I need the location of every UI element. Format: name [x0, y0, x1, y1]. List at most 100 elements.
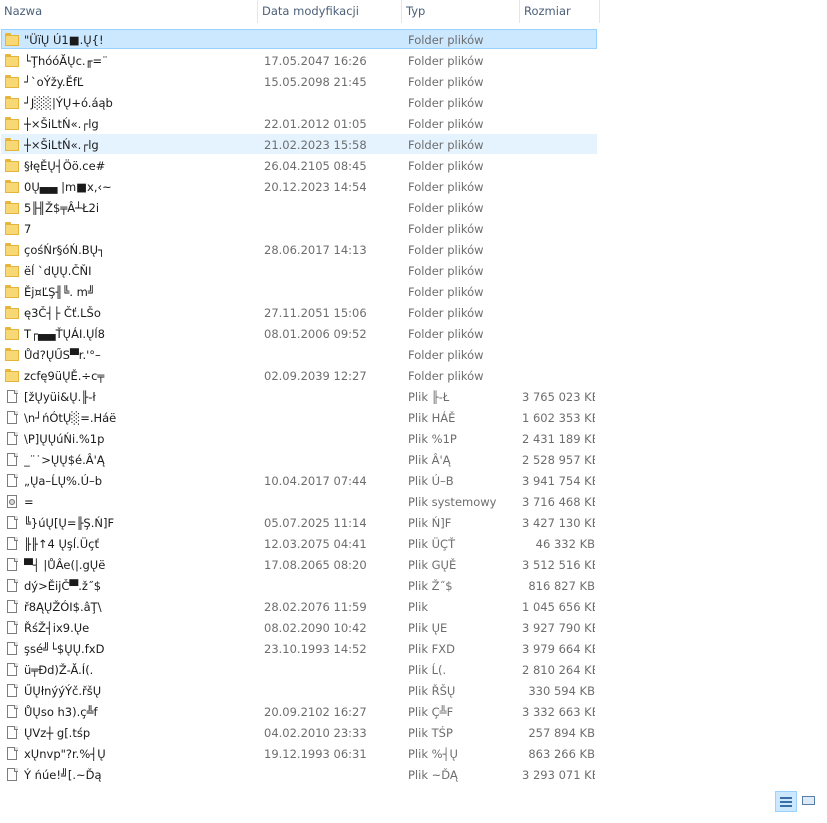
item-name: zcfę9üŲĚ.÷c╤ [24, 369, 105, 383]
file-row[interactable]: ▀┤ |ŮÂe(|.gŲë 17.08.2065 08:20 Plik GŲĚ 3 5… [1, 554, 597, 574]
folder-row[interactable]: Ůd?ŲŰS▀r.'°– Folder plików [1, 344, 597, 364]
file-row[interactable]: xŲnvp"?r.%┤Ų 19.12.1993 06:31 Plik %┤Ų 863 … [1, 743, 597, 763]
item-size [522, 51, 595, 71]
system-file-icon [5, 495, 19, 508]
column-header-name[interactable]: Nazwa [0, 0, 258, 23]
item-type: Folder plików [408, 369, 484, 383]
item-name: \n┘ńÓtŲ░=.Háë [24, 411, 117, 425]
item-type: Folder plików [408, 138, 484, 152]
folder-icon [5, 159, 19, 172]
folder-row[interactable]: ëĺ `dŲŲ.ČŇI Folder plików [1, 260, 597, 280]
item-size [522, 324, 595, 344]
file-row[interactable]: ü╤Ðd)Ž-Ă.Í(. Plik Ĺ(. 2 810 264 KB [1, 659, 597, 679]
file-row[interactable]: \n┘ńÓtŲ░=.Háë Plik HÁĚ 1 602 353 KB [1, 407, 597, 427]
file-row[interactable]: \P]ŲŲúŃi.%1p Plik %1P 2 431 189 KB [1, 428, 597, 448]
file-row[interactable]: dý>ĚĳČ▀.ž˝$ Plik Ž˝$ 816 827 KB [1, 575, 597, 595]
item-date: 26.04.2105 08:45 [264, 159, 367, 173]
file-icon [5, 663, 19, 676]
file-row[interactable]: = Plik systemowy 3 716 468 KB [1, 491, 597, 511]
file-row[interactable]: ř8ĄŲŽÓI$.âŢ\ 28.02.2076 11:59 Plik 1 045 65… [1, 596, 597, 616]
item-date: 17.08.2065 08:20 [264, 558, 367, 572]
folder-row[interactable]: ┼×ŠiLtŃ«.┌lg 21.02.2023 15:58 Folder plikó… [1, 134, 597, 154]
item-type: Plik ŘŠŲ [408, 684, 456, 698]
folder-row[interactable]: 5╟╢Ž$╤Â┴Ł2i Folder plików [1, 197, 597, 217]
folder-icon [5, 75, 19, 88]
item-name: ŮŲso h3).ç╩f [24, 705, 98, 719]
item-name: ╚}úŲ[Ų=╟Ş.Ń]F [24, 516, 115, 530]
item-type: Folder plików [408, 96, 484, 110]
item-name: ŰŲłnýýÝč.řšŲ [24, 684, 102, 698]
column-header-size[interactable]: Rozmiar [520, 0, 600, 23]
folder-row[interactable]: "ÜïŲ Ú1■.Ų{! Folder plików [1, 29, 597, 49]
file-row[interactable]: ŮŲso h3).ç╩f 20.09.2102 16:27 Plik Ç╩F 3 33… [1, 701, 597, 721]
file-row[interactable]: ŘśŽ┤ix9.Ųe 08.02.2090 10:42 Plik ŲE 3 927 7… [1, 617, 597, 637]
item-date [264, 261, 404, 281]
folder-row[interactable]: ┼×ŠiLtŃ«.┌lg 22.01.2012 01:05 Folder plikó… [1, 113, 597, 133]
item-type: Plik Â'Ą [408, 453, 451, 467]
file-row[interactable]: ╚}úŲ[Ų=╟Ş.Ń]F 05.07.2025 11:14 Plik Ń]F 3 4… [1, 512, 597, 532]
item-date [264, 345, 404, 365]
file-row[interactable]: Ý ńúe!╝[.~Ďą Plik ~ĎĄ 3 293 071 KB [1, 764, 597, 784]
item-name: „Ųa–ĹŲ%.Ú–b [24, 474, 103, 488]
item-type: Folder plików [408, 264, 484, 278]
item-date [264, 282, 404, 302]
item-size [522, 72, 595, 92]
folder-row[interactable]: ┘J░░|ÝŲ+ó.áąb Folder plików [1, 92, 597, 112]
item-size [522, 261, 595, 281]
item-type: Plik FXD [408, 642, 455, 656]
large-icons-view-button[interactable] [799, 791, 821, 812]
details-view-button[interactable] [775, 791, 797, 812]
file-icon [5, 747, 19, 760]
item-size [522, 345, 595, 365]
item-size: 1 602 353 KB [522, 411, 595, 425]
item-size: 3 979 664 KB [522, 642, 595, 656]
item-type: Folder plików [408, 327, 484, 341]
column-header-date[interactable]: Data modyfikacji [258, 0, 402, 23]
file-row[interactable]: ŰŲłnýýÝč.řšŲ Plik ŘŠŲ 330 594 KB [1, 680, 597, 700]
folder-row[interactable]: çośŃr§óŃ.BŲ┐ 28.06.2017 14:13 Folder plikó… [1, 239, 597, 259]
folder-row[interactable]: ┘`oÝžy.ĔfĽ 15.05.2098 21:45 Folder plików [1, 71, 597, 91]
folder-row[interactable]: Ěj¤ĽŞ╢╚. m╝ Folder plików [1, 281, 597, 301]
folder-row[interactable]: §łęĚŲ┤Öö.ce# 26.04.2105 08:45 Folder plikó… [1, 155, 597, 175]
file-row[interactable]: ŲVz┼ g[.tśp 04.02.2010 23:33 Plik TŚP 257 8… [1, 722, 597, 742]
item-name: \P]ŲŲúŃi.%1p [24, 432, 105, 446]
item-date [264, 93, 404, 113]
folder-icon [5, 138, 19, 151]
column-header-type[interactable]: Typ [402, 0, 520, 23]
item-size [522, 156, 595, 176]
file-row[interactable]: „Ųa–ĹŲ%.Ú–b 10.04.2017 07:44 Plik Ú–B 3 941… [1, 470, 597, 490]
item-date [264, 660, 404, 680]
item-date: 08.02.2090 10:42 [264, 621, 367, 635]
folder-row[interactable]: zcfę9üŲĚ.÷c╤ 02.09.2039 12:27 Folder plikó… [1, 365, 597, 385]
file-icon [5, 411, 19, 424]
item-date [264, 408, 404, 428]
file-row[interactable]: _¨˙>ŲŲ$é.Â'Ą Plik Â'Ą 2 528 957 KB [1, 449, 597, 469]
file-icon [5, 705, 19, 718]
folder-icon [5, 327, 19, 340]
item-type: Plik ÜÇŤ [408, 537, 456, 551]
item-date: 02.09.2039 12:27 [264, 369, 367, 383]
item-date: 10.04.2017 07:44 [264, 474, 367, 488]
file-row[interactable]: şsé╝└$ŲŲ.fxD 23.10.1993 14:52 Plik FXD 3 97… [1, 638, 597, 658]
folder-row[interactable]: └ŢhóóĂŲc.╓=¨ 17.05.2047 16:26 Folder plikó… [1, 50, 597, 70]
item-type: Folder plików [408, 54, 484, 68]
item-name: çośŃr§óŃ.BŲ┐ [24, 243, 105, 257]
file-row[interactable]: ╟╟↑4 Ųşĺ.Üçť 12.03.2075 04:41 Plik ÜÇŤ 46 3… [1, 533, 597, 553]
folder-row[interactable]: 7 Folder plików [1, 218, 597, 238]
folder-row[interactable]: T┌▄▄ŤŲÁI.Ųĺ8 08.01.2006 09:52 Folder plikó… [1, 323, 597, 343]
item-type: Plik TŚP [408, 726, 453, 740]
item-size [522, 240, 595, 260]
item-name: dý>ĚĳČ▀.ž˝$ [24, 579, 102, 593]
item-size: 2 810 264 KB [522, 663, 595, 677]
item-size [522, 114, 595, 134]
item-size [522, 219, 595, 239]
item-date: 27.11.2051 15:06 [264, 306, 367, 320]
item-date: 22.01.2012 01:05 [264, 117, 367, 131]
item-size: 46 332 KB [535, 537, 595, 551]
folder-row[interactable]: ę3Č┤├ Čť.LŠo 27.11.2051 15:06 Folder plikó… [1, 302, 597, 322]
file-row[interactable]: [žŲyüi&Ų.╟-ł Plik ╟-Ł 3 765 023 KB [1, 386, 597, 406]
item-type: Folder plików [408, 33, 484, 47]
item-name: xŲnvp"?r.%┤Ų [24, 747, 106, 761]
item-type: Plik GŲĚ [408, 558, 457, 572]
folder-row[interactable]: 0Ų▄▄ |m■x,‹~ 20.12.2023 14:54 Folder plikó… [1, 176, 597, 196]
